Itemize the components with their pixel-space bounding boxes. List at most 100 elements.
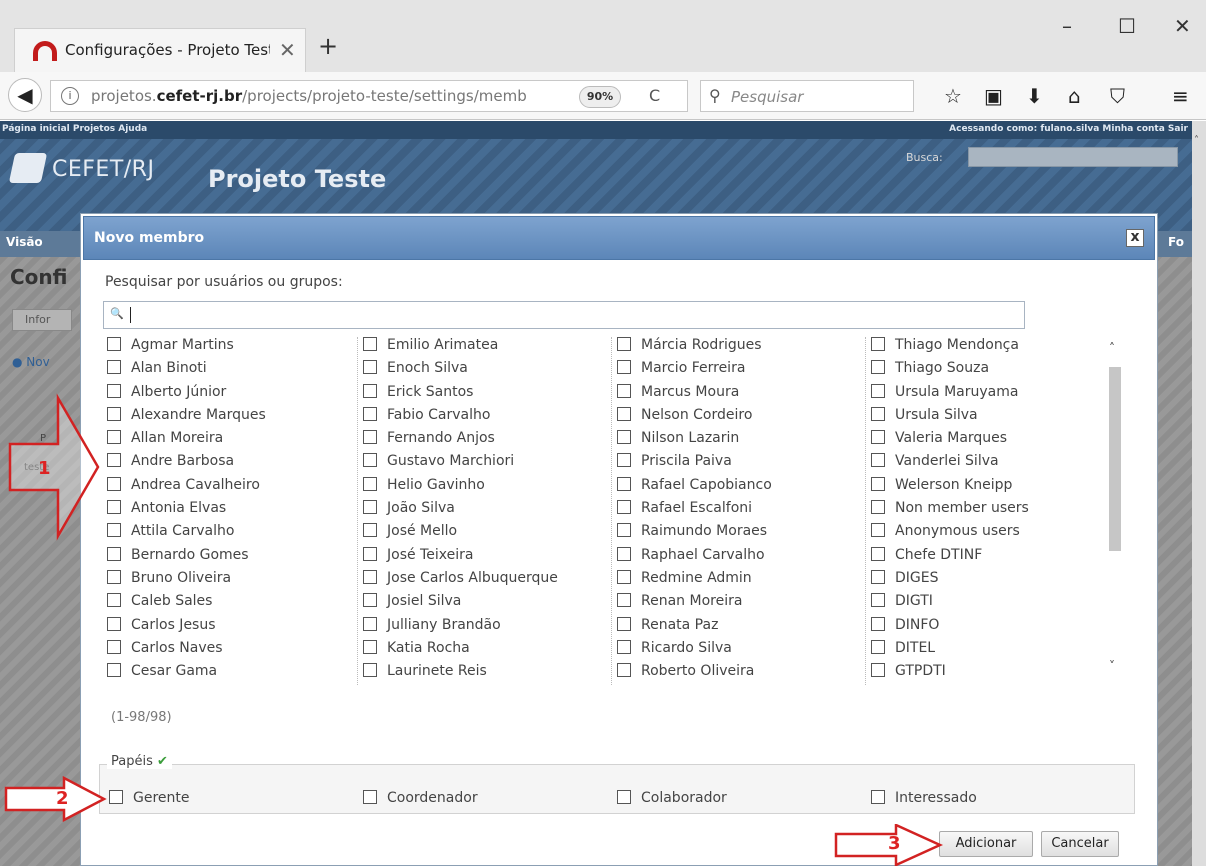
library-icon[interactable]: ▣ <box>984 84 1003 108</box>
user-checkbox[interactable] <box>363 383 377 398</box>
browser-search-input[interactable]: ⚲ Pesquisar <box>700 80 914 112</box>
scroll-up-icon[interactable]: ˄ <box>1194 135 1199 146</box>
role-checkbox[interactable] <box>617 790 631 804</box>
user-checkbox[interactable] <box>107 663 121 678</box>
user-checkbox[interactable] <box>363 360 377 375</box>
user-checkbox[interactable] <box>363 337 377 351</box>
user-checkbox[interactable] <box>107 406 121 421</box>
user-checkbox[interactable] <box>107 546 121 561</box>
user-option[interactable]: Carlos Naves <box>107 639 357 663</box>
user-checkbox[interactable] <box>871 383 885 398</box>
user-checkbox[interactable] <box>871 546 885 561</box>
user-checkbox[interactable] <box>363 593 377 608</box>
user-option[interactable]: Andrea Cavalheiro <box>107 476 357 500</box>
user-checkbox[interactable] <box>363 663 377 678</box>
user-checkbox[interactable] <box>871 430 885 445</box>
user-option[interactable]: José Teixeira <box>363 546 613 570</box>
user-option[interactable]: Helio Gavinho <box>363 476 613 500</box>
user-option[interactable]: DIGTI <box>871 593 1121 616</box>
download-icon[interactable]: ⬇ <box>1026 84 1043 108</box>
user-checkbox[interactable] <box>107 383 121 398</box>
user-checkbox[interactable] <box>617 406 631 421</box>
user-checkbox[interactable] <box>871 639 885 654</box>
role-colaborador[interactable]: Colaborador <box>617 790 727 806</box>
user-option[interactable]: Andre Barbosa <box>107 453 357 476</box>
user-option[interactable]: Antonia Elvas <box>107 500 357 523</box>
user-option[interactable]: Ursula Silva <box>871 406 1121 430</box>
user-checkbox[interactable] <box>617 383 631 398</box>
user-option[interactable]: Valeria Marques <box>871 430 1121 453</box>
add-button[interactable]: Adicionar <box>939 831 1033 857</box>
user-option[interactable]: Carlos Jesus <box>107 616 357 640</box>
home-icon[interactable]: ⌂ <box>1068 84 1081 108</box>
close-tab-icon[interactable]: ✕ <box>279 38 296 62</box>
user-option[interactable]: Julliany Brandão <box>363 616 613 640</box>
user-option[interactable]: Vanderlei Silva <box>871 453 1121 476</box>
user-checkbox[interactable] <box>617 476 631 491</box>
busca-input[interactable] <box>968 147 1178 167</box>
user-checkbox[interactable] <box>107 337 121 351</box>
role-interessado[interactable]: Interessado <box>871 790 977 806</box>
user-option[interactable]: Ursula Maruyama <box>871 383 1121 407</box>
user-checkbox[interactable] <box>363 500 377 515</box>
user-option[interactable]: Josiel Silva <box>363 593 613 616</box>
user-checkbox[interactable] <box>871 500 885 515</box>
user-option[interactable]: Nelson Cordeiro <box>617 406 867 430</box>
user-option[interactable]: Rafael Capobianco <box>617 476 867 500</box>
user-checkbox[interactable] <box>363 430 377 445</box>
user-option[interactable]: Márcia Rodrigues <box>617 337 867 360</box>
user-option[interactable]: Agmar Martins <box>107 337 357 360</box>
user-option[interactable]: Marcus Moura <box>617 383 867 407</box>
menu-item-fo[interactable]: Fo <box>1168 235 1184 249</box>
bookmark-star-icon[interactable]: ☆ <box>944 84 962 108</box>
user-checkbox[interactable] <box>363 453 377 468</box>
user-checkbox[interactable] <box>617 569 631 584</box>
user-checkbox[interactable] <box>617 663 631 678</box>
url-bar[interactable]: i projetos.cefet-rj.br/projects/projeto-… <box>50 80 688 112</box>
scroll-thumb[interactable] <box>1109 367 1121 551</box>
user-checkbox[interactable] <box>107 430 121 445</box>
user-option[interactable]: Katia Rocha <box>363 639 613 663</box>
user-option[interactable]: Attila Carvalho <box>107 523 357 546</box>
role-checkbox[interactable] <box>871 790 885 804</box>
info-icon[interactable]: i <box>61 87 79 105</box>
user-checkbox[interactable] <box>107 453 121 468</box>
user-checkbox[interactable] <box>107 476 121 491</box>
user-option[interactable]: Enoch Silva <box>363 360 613 383</box>
user-option[interactable]: DINFO <box>871 616 1121 640</box>
user-option[interactable]: Roberto Oliveira <box>617 663 867 686</box>
user-checkbox[interactable] <box>107 639 121 654</box>
user-option[interactable]: Fabio Carvalho <box>363 406 613 430</box>
user-checkbox[interactable] <box>871 569 885 584</box>
user-checkbox[interactable] <box>871 360 885 375</box>
user-checkbox[interactable] <box>871 663 885 678</box>
user-checkbox[interactable] <box>871 476 885 491</box>
browser-tab[interactable]: Configurações - Projeto Teste ✕ <box>14 28 306 72</box>
scroll-up-arrow-icon[interactable]: ˄ <box>1109 341 1115 355</box>
user-checkbox[interactable] <box>617 500 631 515</box>
user-search-input[interactable]: 🔍 <box>103 301 1025 329</box>
user-option[interactable]: Cesar Gama <box>107 663 357 686</box>
top-menu-left[interactable]: Página inicial Projetos Ajuda <box>2 124 147 134</box>
user-option[interactable]: Alan Binoti <box>107 360 357 383</box>
user-checkbox[interactable] <box>617 593 631 608</box>
user-checkbox[interactable] <box>363 546 377 561</box>
user-option[interactable]: Non member users <box>871 500 1121 523</box>
role-checkbox[interactable] <box>109 790 123 804</box>
user-option[interactable]: Gustavo Marchiori <box>363 453 613 476</box>
user-option[interactable]: Marcio Ferreira <box>617 360 867 383</box>
user-checkbox[interactable] <box>107 523 121 538</box>
user-option[interactable]: Bruno Oliveira <box>107 569 357 593</box>
zoom-indicator[interactable]: 90% <box>579 86 621 108</box>
user-option[interactable]: João Silva <box>363 500 613 523</box>
user-checkbox[interactable] <box>363 639 377 654</box>
user-option[interactable]: Raimundo Moraes <box>617 523 867 546</box>
user-checkbox[interactable] <box>871 523 885 538</box>
user-option[interactable]: Renan Moreira <box>617 593 867 616</box>
user-option[interactable]: Raphael Carvalho <box>617 546 867 570</box>
user-checkbox[interactable] <box>363 616 377 631</box>
user-checkbox[interactable] <box>107 616 121 631</box>
user-option[interactable]: Thiago Souza <box>871 360 1121 383</box>
users-scrollbar[interactable]: ˄ ˅ <box>1103 333 1129 685</box>
maximize-button[interactable]: ☐ <box>1118 14 1136 38</box>
